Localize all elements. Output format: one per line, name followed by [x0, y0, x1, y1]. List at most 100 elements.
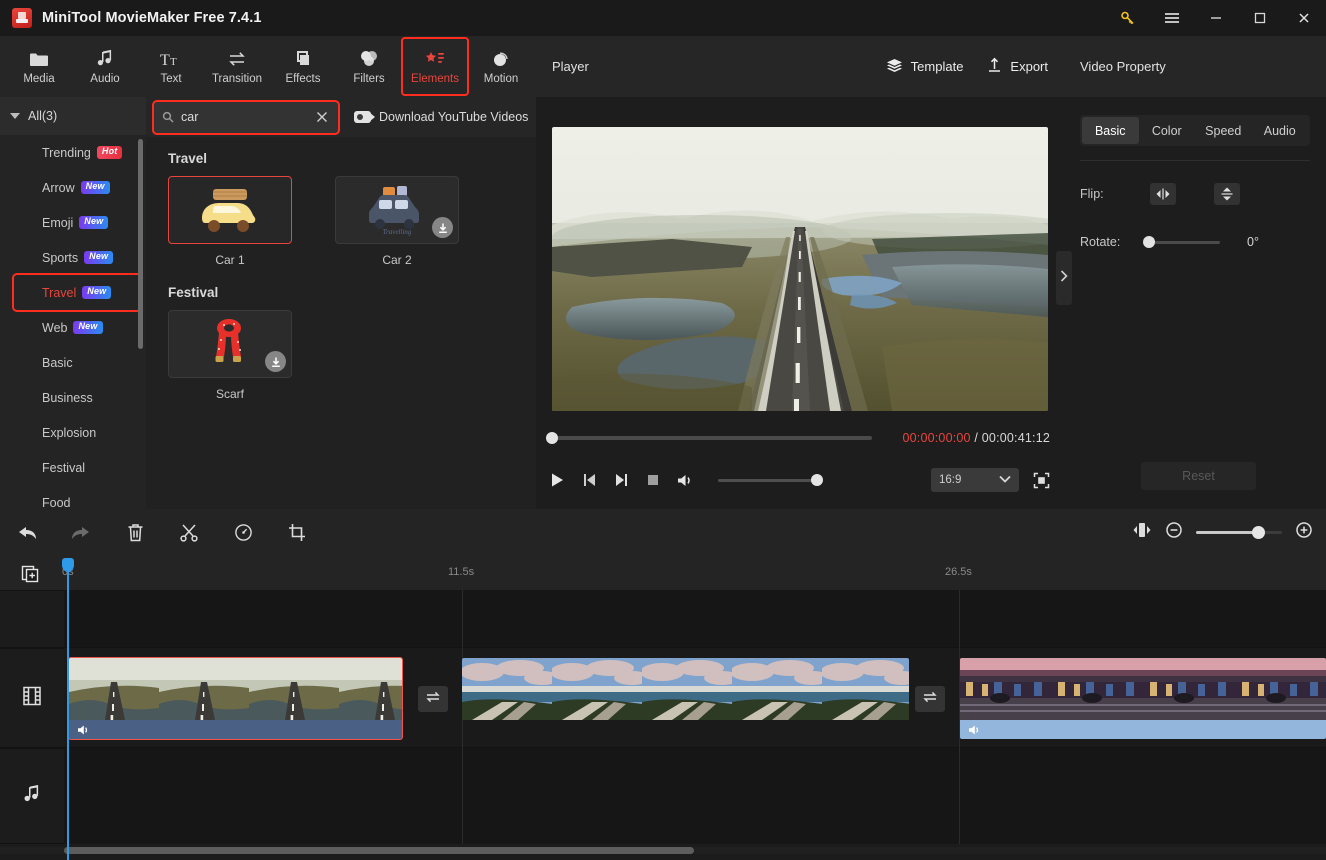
audio-track-lane[interactable]	[64, 748, 1326, 844]
reset-button[interactable]: Reset	[1141, 462, 1256, 490]
play-button[interactable]	[550, 472, 565, 488]
export-button[interactable]: Export	[987, 57, 1048, 76]
sidebar-all-row[interactable]: All(3)	[0, 97, 146, 135]
sidebar-item-emoji[interactable]: Emoji New	[0, 205, 146, 240]
delete-button[interactable]	[108, 509, 162, 556]
volume-button[interactable]	[677, 473, 695, 488]
sidebar-item-travel[interactable]: Travel New	[12, 273, 142, 312]
fullscreen-icon[interactable]	[1033, 472, 1050, 489]
maximize-icon[interactable]	[1238, 0, 1282, 36]
svg-text:Travelling: Travelling	[383, 228, 412, 236]
tab-motion-label: Motion	[483, 73, 519, 85]
playhead[interactable]	[62, 558, 74, 860]
volume-knob[interactable]	[811, 474, 823, 486]
sidebar-scrollbar[interactable]	[138, 139, 143, 349]
youtube-camera-icon	[354, 111, 375, 123]
aspect-ratio-select[interactable]: 16:9	[931, 468, 1019, 492]
rotate-knob[interactable]	[1143, 236, 1155, 248]
download-icon[interactable]	[432, 217, 453, 238]
element-scarf[interactable]: Scarf	[168, 310, 292, 401]
speed-button[interactable]	[216, 509, 270, 556]
video-preview[interactable]	[552, 127, 1048, 411]
stop-button[interactable]	[646, 473, 660, 487]
panel-collapse-toggle[interactable]	[1056, 251, 1072, 305]
tab-text[interactable]: TT Text	[138, 38, 204, 95]
timeline-horizontal-scrollbar[interactable]	[64, 847, 694, 854]
transition-2[interactable]	[915, 686, 945, 712]
menu-icon[interactable]	[1150, 0, 1194, 36]
element-thumbnail[interactable]	[168, 176, 292, 244]
playback-progress-slider[interactable]	[546, 432, 872, 444]
timeline-ruler[interactable]: 0s 11.5s 26.5s	[0, 556, 1326, 590]
sidebar-item-business[interactable]: Business	[0, 380, 146, 415]
redo-button[interactable]	[54, 509, 108, 556]
element-car-1[interactable]: Car 1	[168, 176, 292, 267]
sidebar-item-label: Trending	[42, 145, 91, 160]
tab-speed[interactable]: Speed	[1195, 117, 1252, 144]
element-thumbnail[interactable]: Travelling	[335, 176, 459, 244]
text-track-lane[interactable]	[64, 590, 1326, 648]
key-icon[interactable]	[1106, 0, 1150, 36]
tab-audio[interactable]: Audio	[1252, 117, 1309, 144]
sidebar-item-arrow[interactable]: Arrow New	[0, 170, 146, 205]
volume-slider[interactable]	[718, 474, 823, 486]
flip-horizontal-icon[interactable]	[1150, 183, 1176, 205]
sidebar-item-festival[interactable]: Festival	[0, 450, 146, 485]
svg-text:T: T	[160, 52, 170, 68]
group-title-festival: Festival	[168, 285, 219, 300]
video-clip-2[interactable]	[462, 658, 909, 739]
clear-x-icon[interactable]	[314, 109, 330, 125]
template-button[interactable]: Template	[886, 58, 963, 76]
audio-track-header[interactable]	[0, 748, 64, 844]
flip-vertical-icon[interactable]	[1214, 183, 1240, 205]
text-track-header[interactable]	[0, 590, 64, 648]
speaker-icon[interactable]	[968, 724, 982, 736]
zoom-in-icon[interactable]	[1296, 522, 1312, 543]
badge-new: New	[80, 181, 110, 194]
search-input[interactable]: car	[154, 102, 338, 133]
rotate-slider[interactable]	[1143, 236, 1220, 248]
minimize-icon[interactable]	[1194, 0, 1238, 36]
crop-button[interactable]	[270, 509, 324, 556]
tab-audio[interactable]: Audio	[72, 38, 138, 95]
split-button[interactable]	[162, 509, 216, 556]
speaker-icon[interactable]	[77, 724, 91, 736]
zoom-knob[interactable]	[1252, 526, 1265, 539]
add-track-icon[interactable]	[20, 564, 42, 584]
transition-1[interactable]	[418, 686, 448, 712]
sidebar-item-trending[interactable]: Trending Hot	[0, 135, 146, 170]
sidebar-item-web[interactable]: Web New	[0, 310, 146, 345]
transition-arrows-icon	[227, 48, 247, 68]
undo-button[interactable]	[0, 509, 54, 556]
zoom-out-icon[interactable]	[1166, 522, 1182, 543]
sidebar-item-explosion[interactable]: Explosion	[0, 415, 146, 450]
tab-basic[interactable]: Basic	[1082, 117, 1139, 144]
tab-motion[interactable]: Motion	[468, 38, 534, 95]
title-bar: MiniTool MovieMaker Free 7.4.1	[0, 0, 1326, 36]
element-thumbnail[interactable]	[168, 310, 292, 378]
download-icon[interactable]	[265, 351, 286, 372]
sidebar-item-basic[interactable]: Basic	[0, 345, 146, 380]
progress-knob[interactable]	[546, 432, 558, 444]
flip-row: Flip:	[1064, 179, 1326, 209]
tab-elements[interactable]: Elements	[401, 37, 469, 96]
badge-new: New	[82, 286, 112, 299]
property-tabs: Basic Color Speed Audio	[1080, 115, 1310, 146]
previous-frame-button[interactable]	[582, 472, 597, 488]
download-youtube-videos-button[interactable]: Download YouTube Videos	[354, 110, 528, 124]
tab-effects[interactable]: Effects	[270, 38, 336, 95]
tab-color[interactable]: Color	[1139, 117, 1196, 144]
sidebar-item-food[interactable]: Food	[0, 485, 146, 510]
close-icon[interactable]	[1282, 0, 1326, 36]
video-clip-3[interactable]	[960, 658, 1326, 739]
element-car-2[interactable]: Travelling Car 2	[335, 176, 459, 267]
fit-timeline-icon[interactable]	[1132, 522, 1152, 543]
video-clip-1[interactable]	[68, 657, 403, 740]
video-track-header[interactable]	[0, 648, 64, 748]
tab-filters[interactable]: Filters	[336, 38, 402, 95]
next-frame-button[interactable]	[614, 472, 629, 488]
timeline-zoom-slider[interactable]	[1196, 526, 1282, 539]
sidebar-item-sports[interactable]: Sports New	[0, 240, 146, 275]
tab-transition[interactable]: Transition	[204, 38, 270, 95]
tab-media[interactable]: Media	[6, 38, 72, 95]
